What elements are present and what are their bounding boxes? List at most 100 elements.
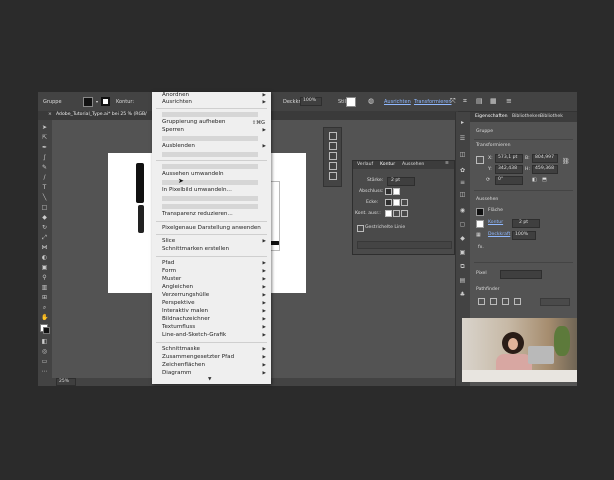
pathfinder-minus-front-icon[interactable] — [490, 298, 497, 305]
opacity-field[interactable]: 100% — [300, 97, 322, 106]
gradient-icon[interactable]: ◫ — [459, 192, 466, 198]
swatches-icon[interactable]: ◫ — [459, 152, 466, 158]
opacity-link[interactable]: Deckkraft — [488, 232, 510, 238]
more-tools-icon[interactable]: ⋯ — [41, 368, 48, 375]
width-field[interactable]: 804,997 — [532, 154, 558, 163]
artboard-tool-icon[interactable]: ⊞ — [41, 294, 48, 301]
menu-item-slice[interactable]: Slice — [162, 238, 175, 245]
artwork-shape[interactable] — [138, 205, 144, 233]
x-field[interactable]: 573,1 pt — [495, 154, 523, 163]
menu-item-in-pixelbild-umwandeln[interactable]: In Pixelbild umwandeln... — [162, 187, 232, 194]
draw-mode-icon[interactable]: ◎ — [41, 348, 48, 355]
pixel-preview-dropdown[interactable] — [500, 270, 542, 279]
fill-swatch[interactable] — [83, 97, 93, 107]
menu-item-sperren[interactable]: Sperren — [162, 127, 184, 134]
height-field[interactable]: 459,368 — [532, 165, 558, 174]
panel-icon[interactable] — [329, 172, 337, 180]
align-inside-icon[interactable] — [393, 210, 400, 217]
shape-builder-tool-icon[interactable]: ◐ — [41, 254, 48, 261]
menu-item-bildnachzeichner[interactable]: Bildnachzeichner — [162, 316, 210, 323]
pen-tool-icon[interactable]: ✒ — [41, 144, 48, 151]
eyedropper-tool-icon[interactable]: ⚲ — [41, 274, 48, 281]
stroke-icon[interactable]: ≡ — [459, 180, 466, 186]
zoom-tool-icon[interactable]: ⌕ — [41, 304, 48, 311]
menu-item-line-and-sketch-grafik[interactable]: Line-and-Sketch-Grafik — [162, 332, 226, 339]
menu-item-schnittmarken-erstellen[interactable]: Schnittmarken erstellen — [162, 246, 229, 253]
color-mode-icon[interactable]: ◧ — [41, 338, 48, 345]
layers-icon[interactable]: ◆ — [459, 236, 466, 242]
menu-item-ausrichten[interactable]: Ausrichten — [162, 99, 192, 106]
screen-mode-icon[interactable]: ▭ — [41, 358, 48, 365]
menu-item-pixelgenaue-darstellung[interactable]: Pixelgenaue Darstellung anwenden — [162, 225, 261, 232]
menu-item-zusammengesetzter-pfad[interactable]: Zusammengesetzter Pfad — [162, 354, 234, 361]
rectangle-tool-icon[interactable]: □ — [41, 204, 48, 211]
tab-appearance[interactable]: Aussehen — [402, 162, 424, 168]
selection-tool-icon[interactable]: ➤ — [41, 124, 48, 131]
links-icon[interactable]: ⧉ — [459, 264, 466, 270]
menu-item-form[interactable]: Form — [162, 268, 176, 275]
align-center-icon[interactable] — [385, 210, 392, 217]
flip-horizontal-icon[interactable]: ◧ — [532, 178, 537, 183]
pathfinder-unite-icon[interactable] — [478, 298, 485, 305]
corner-miter-icon[interactable] — [385, 199, 392, 206]
menu-item-muster[interactable]: Muster — [162, 276, 181, 283]
flip-vertical-icon[interactable]: ⬒ — [542, 178, 547, 183]
close-tab-icon[interactable]: × — [48, 112, 52, 118]
menu-item-anordnen[interactable]: Anordnen — [162, 92, 189, 99]
panel-icon[interactable] — [329, 152, 337, 160]
y-field[interactable]: 342,438 — [495, 165, 523, 174]
pencil-tool-icon[interactable]: / — [41, 174, 48, 181]
menu-item-verzerrungshuelle[interactable]: Verzerrungshülle — [162, 292, 209, 299]
menu-icon[interactable]: ≡ — [506, 98, 512, 105]
opacity-field[interactable]: 100% — [512, 231, 536, 240]
eraser-tool-icon[interactable]: ◆ — [41, 214, 48, 221]
appearance-icon[interactable]: ▢ — [459, 222, 466, 228]
width-tool-icon[interactable]: ⋈ — [41, 244, 48, 251]
chart-tool-icon[interactable]: ▥ — [41, 284, 48, 291]
direct-selection-tool-icon[interactable]: ⇱ — [41, 134, 48, 141]
pathfinder-exclude-icon[interactable] — [514, 298, 521, 305]
brush-tool-icon[interactable]: ✎ — [41, 164, 48, 171]
type-tool-icon[interactable]: T — [41, 184, 48, 191]
panel-icon[interactable] — [329, 132, 337, 140]
brushes-icon[interactable]: ✿ — [459, 168, 466, 174]
rotate-tool-icon[interactable]: ↻ — [41, 224, 48, 231]
hand-tool-icon[interactable]: ✋ — [41, 314, 48, 321]
gradient-tool-icon[interactable]: ▣ — [41, 264, 48, 271]
menu-item-schnittmaske[interactable]: Schnittmaske — [162, 346, 200, 353]
panel-menu-icon[interactable]: ≡ — [445, 161, 449, 167]
menu-item-perspektive[interactable]: Perspektive — [162, 300, 195, 307]
dashed-line-checkbox[interactable] — [357, 225, 364, 232]
menu-item-pfad[interactable]: Pfad — [162, 260, 174, 267]
style-swatch[interactable] — [346, 97, 356, 107]
group-icon[interactable]: ⌗ — [463, 98, 467, 105]
artboards-icon[interactable]: ▣ — [459, 250, 466, 256]
recolor-icon[interactable]: ◍ — [368, 98, 374, 105]
stroke-swatch[interactable] — [101, 97, 110, 106]
line-tool-icon[interactable]: ╲ — [41, 194, 48, 201]
zoom-field[interactable]: 25% — [56, 378, 76, 386]
tab-stroke[interactable]: Kontur — [380, 162, 395, 168]
menu-item-ausblenden[interactable]: Ausblenden — [162, 143, 195, 150]
corner-bevel-icon[interactable] — [401, 199, 408, 206]
cap-butt-icon[interactable] — [385, 188, 392, 195]
stroke-weight-field[interactable]: 2 pt — [387, 177, 415, 186]
transparency-icon[interactable]: ◉ — [459, 208, 466, 214]
angle-field[interactable]: 0° — [495, 176, 523, 185]
scale-tool-icon[interactable]: ⤢ — [41, 234, 48, 241]
scroll-down-icon[interactable]: ▼ — [208, 377, 211, 383]
menu-item-diagramm[interactable]: Diagramm — [162, 370, 191, 377]
pathfinder-intersect-icon[interactable] — [502, 298, 509, 305]
tab-gradient[interactable]: Verlauf — [357, 162, 373, 168]
stroke-weight-field[interactable]: 2 pt — [512, 219, 540, 228]
libraries-icon[interactable]: ▤ — [459, 278, 466, 284]
constrain-proportions-icon[interactable]: ⛓ — [562, 159, 570, 165]
tab-libraries[interactable]: Bibliotheken — [512, 114, 540, 120]
symbols-icon[interactable]: ♣ — [459, 292, 466, 298]
fx-label[interactable]: fx. — [478, 245, 484, 251]
align-outside-icon[interactable] — [401, 210, 408, 217]
tab-library[interactable]: Bibliothek — [540, 114, 563, 120]
menu-item-transparenz-reduzieren[interactable]: Transparenz reduzieren... — [162, 211, 233, 218]
transform-link[interactable]: Transformieren — [414, 100, 452, 105]
menu-item-gruppierung-aufheben[interactable]: Gruppierung aufheben — [162, 119, 225, 126]
